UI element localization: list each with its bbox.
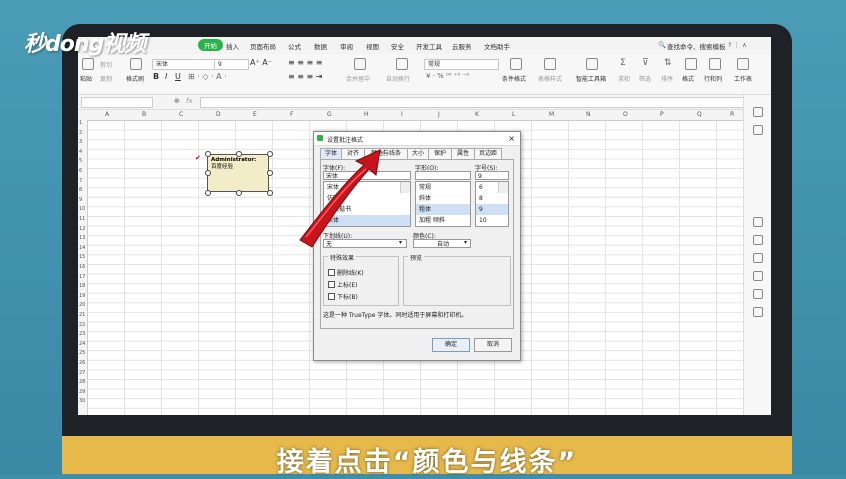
spreadsheet-window: ↶ ↷ ▾ 开始 插入 页面布局 公式 数据 审阅 视图 安全 开发工具 云服务…	[78, 37, 771, 415]
red-arrow-shape	[299, 149, 381, 248]
video-logo: 秒dong视频	[24, 32, 146, 57]
subtitle-caption: 接着点击“颜色与线条”	[276, 447, 578, 478]
mouse-cursor-icon: ☝	[380, 149, 386, 159]
pointer-arrow	[299, 149, 381, 248]
